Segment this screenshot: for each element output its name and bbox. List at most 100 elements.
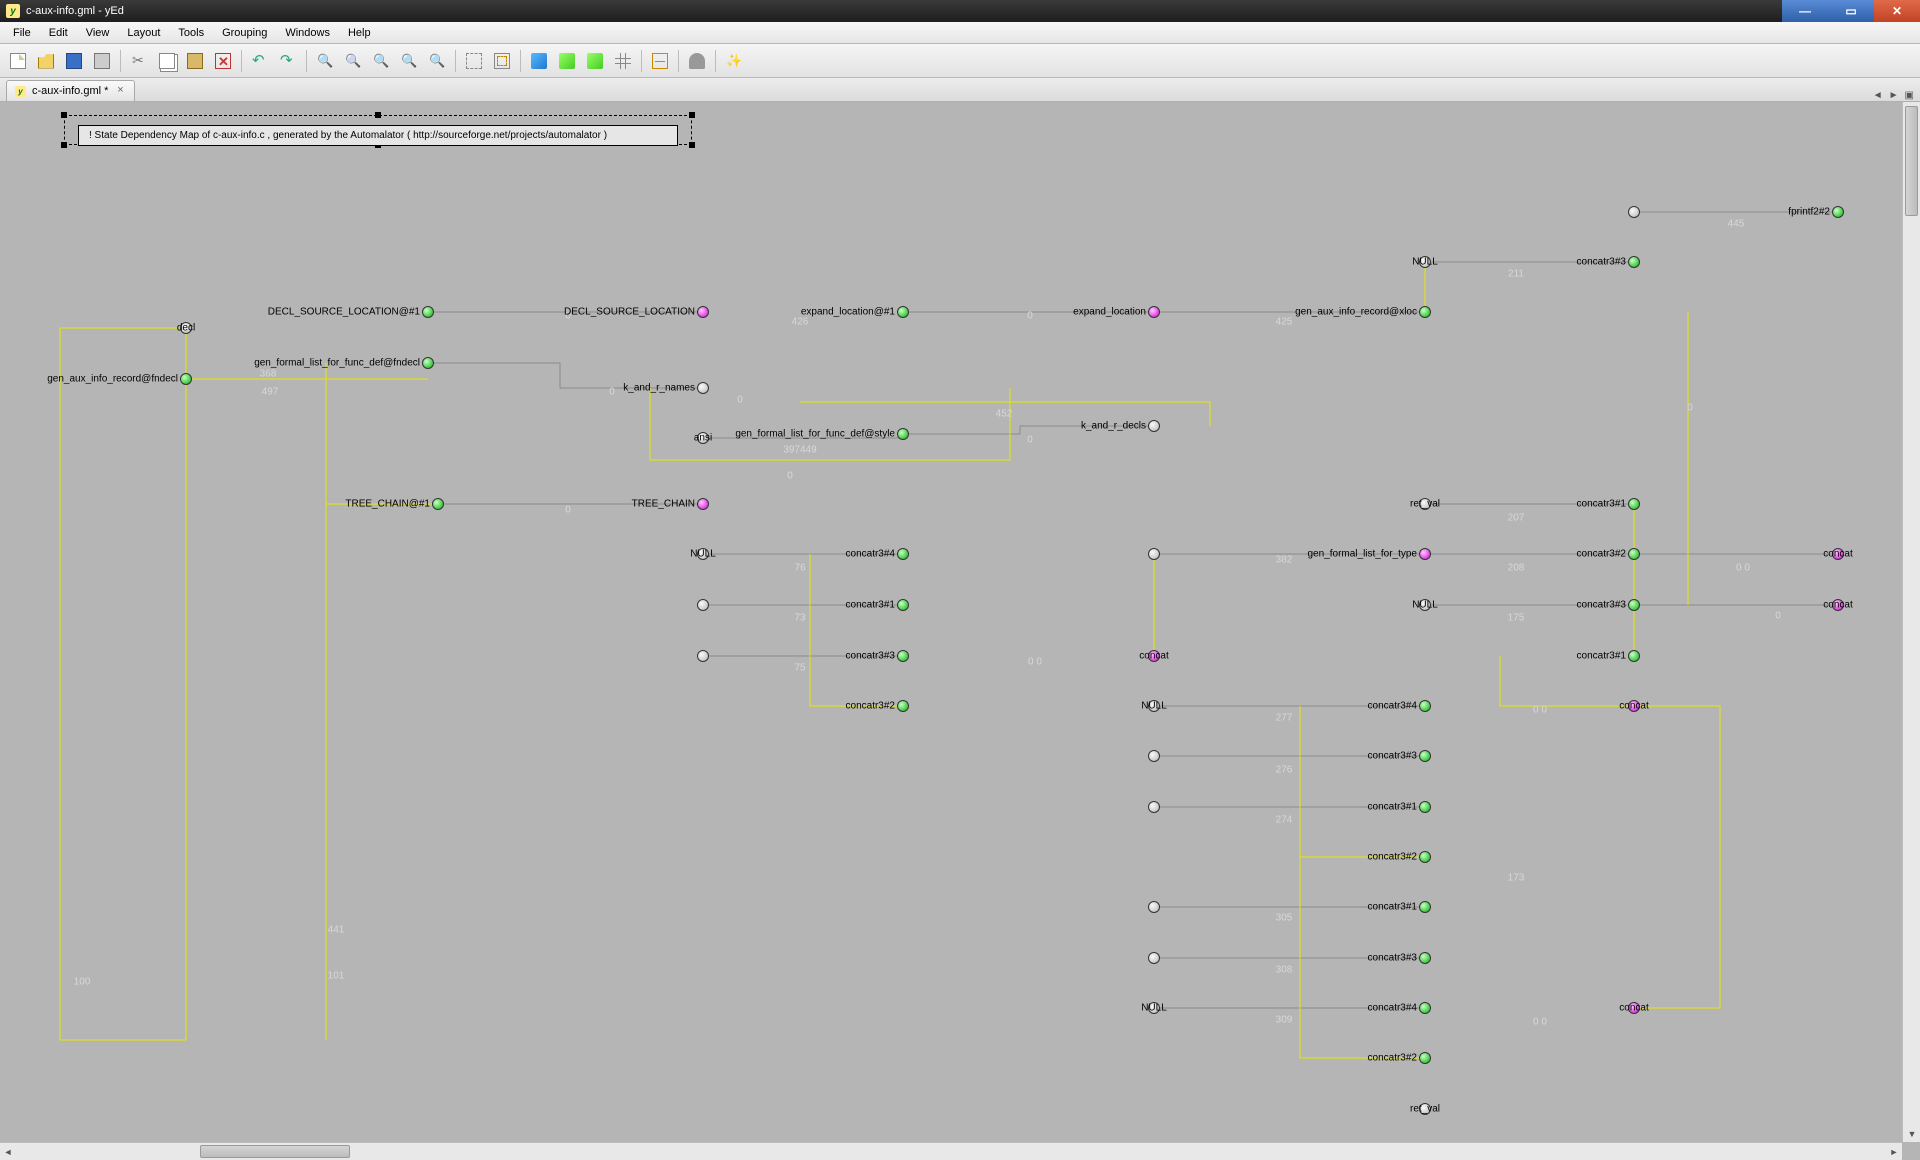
- selection-handle[interactable]: [61, 112, 67, 118]
- graph-node[interactable]: [1419, 548, 1431, 560]
- graph-node[interactable]: [1832, 206, 1844, 218]
- layout-3-button[interactable]: [583, 49, 607, 73]
- graph-node[interactable]: [897, 650, 909, 662]
- node-label: gen_aux_info_record@xloc: [1295, 307, 1417, 318]
- zoom-fit-button[interactable]: [397, 49, 421, 73]
- graph-node[interactable]: [1628, 650, 1640, 662]
- zoom-sel-button[interactable]: [462, 49, 486, 73]
- scroll-left-icon[interactable]: ◄: [0, 1144, 16, 1160]
- graph-canvas[interactable]: ! State Dependency Map of c-aux-info.c ,…: [0, 102, 1920, 1142]
- graph-node[interactable]: [432, 498, 444, 510]
- ortho-button[interactable]: [648, 49, 672, 73]
- new-doc-button[interactable]: [6, 49, 30, 73]
- window-maximize[interactable]: ▭: [1828, 0, 1874, 22]
- print-button[interactable]: [90, 49, 114, 73]
- graph-node[interactable]: [1148, 801, 1160, 813]
- db-button[interactable]: [685, 49, 709, 73]
- redo-button[interactable]: [276, 49, 300, 73]
- zoom-area-button[interactable]: [425, 49, 449, 73]
- selection-handle[interactable]: [689, 112, 695, 118]
- graph-node[interactable]: [897, 700, 909, 712]
- tab-close[interactable]: ×: [114, 85, 126, 97]
- graph-node[interactable]: [1419, 851, 1431, 863]
- delete-button[interactable]: [211, 49, 235, 73]
- vscroll-thumb[interactable]: [1905, 106, 1918, 216]
- tab-next[interactable]: ►: [1889, 90, 1899, 101]
- layout-1-button[interactable]: [527, 49, 551, 73]
- node-label: concat: [1823, 600, 1852, 611]
- zoom-out-button[interactable]: [341, 49, 365, 73]
- graph-node[interactable]: [1628, 599, 1640, 611]
- node-label: gen_formal_list_for_func_def@style: [735, 429, 895, 440]
- delete-icon: [215, 53, 231, 69]
- selection-handle[interactable]: [375, 112, 381, 118]
- menu-tools[interactable]: Tools: [169, 24, 213, 42]
- graph-node[interactable]: [897, 599, 909, 611]
- grid-button[interactable]: [611, 49, 635, 73]
- graph-node[interactable]: [1628, 498, 1640, 510]
- graph-node[interactable]: [1419, 750, 1431, 762]
- graph-node[interactable]: [1148, 952, 1160, 964]
- graph-node[interactable]: [1628, 206, 1640, 218]
- layout-2-button[interactable]: [555, 49, 579, 73]
- menu-layout[interactable]: Layout: [118, 24, 169, 42]
- menu-file[interactable]: File: [4, 24, 40, 42]
- hscroll-thumb[interactable]: [200, 1145, 350, 1158]
- menu-windows[interactable]: Windows: [276, 24, 339, 42]
- graph-node[interactable]: [897, 428, 909, 440]
- edge-label: 308: [1276, 965, 1293, 976]
- tab-prev[interactable]: ◄: [1873, 90, 1883, 101]
- graph-node[interactable]: [1628, 256, 1640, 268]
- scroll-down-icon[interactable]: ▼: [1904, 1126, 1920, 1142]
- graph-node[interactable]: [697, 382, 709, 394]
- graph-node[interactable]: [1419, 952, 1431, 964]
- menu-grouping[interactable]: Grouping: [213, 24, 276, 42]
- horizontal-scrollbar[interactable]: ◄ ►: [0, 1142, 1902, 1160]
- graph-node[interactable]: [1148, 548, 1160, 560]
- paste-button[interactable]: [183, 49, 207, 73]
- save-button[interactable]: [62, 49, 86, 73]
- graph-node[interactable]: [1148, 901, 1160, 913]
- window-minimize[interactable]: —: [1782, 0, 1828, 22]
- edge-label: 426: [792, 317, 809, 328]
- scroll-right-icon[interactable]: ►: [1886, 1144, 1902, 1160]
- menu-help[interactable]: Help: [339, 24, 380, 42]
- undo-button[interactable]: [248, 49, 272, 73]
- cut-button[interactable]: [127, 49, 151, 73]
- toolbar-separator: [678, 50, 679, 72]
- graph-node[interactable]: [1628, 548, 1640, 560]
- graph-node[interactable]: [422, 306, 434, 318]
- graph-node[interactable]: [1419, 306, 1431, 318]
- banner-node[interactable]: ! State Dependency Map of c-aux-info.c ,…: [78, 125, 678, 146]
- graph-node[interactable]: [1148, 306, 1160, 318]
- menu-edit[interactable]: Edit: [40, 24, 77, 42]
- graph-node[interactable]: [1419, 1052, 1431, 1064]
- selection-handle[interactable]: [61, 142, 67, 148]
- wizard-button[interactable]: [722, 49, 746, 73]
- zoom-1-button[interactable]: [369, 49, 393, 73]
- graph-node[interactable]: [1419, 901, 1431, 913]
- tab-list[interactable]: ▣: [1905, 90, 1914, 101]
- graph-node[interactable]: [1419, 700, 1431, 712]
- window-close[interactable]: ✕: [1874, 0, 1920, 22]
- graph-node[interactable]: [180, 373, 192, 385]
- graph-node[interactable]: [697, 650, 709, 662]
- zoom-in-button[interactable]: [313, 49, 337, 73]
- graph-node[interactable]: [1148, 420, 1160, 432]
- graph-node[interactable]: [697, 306, 709, 318]
- copy-button[interactable]: [155, 49, 179, 73]
- graph-node[interactable]: [1419, 1002, 1431, 1014]
- graph-node[interactable]: [1148, 750, 1160, 762]
- graph-node[interactable]: [897, 548, 909, 560]
- graph-node[interactable]: [697, 599, 709, 611]
- fit-content-button[interactable]: [490, 49, 514, 73]
- graph-node[interactable]: [897, 306, 909, 318]
- menu-view[interactable]: View: [77, 24, 119, 42]
- open-button[interactable]: [34, 49, 58, 73]
- selection-handle[interactable]: [689, 142, 695, 148]
- document-tab[interactable]: y c-aux-info.gml * ×: [6, 80, 135, 101]
- graph-node[interactable]: [1419, 801, 1431, 813]
- graph-node[interactable]: [697, 498, 709, 510]
- vertical-scrollbar[interactable]: ▲ ▼: [1902, 102, 1920, 1142]
- graph-node[interactable]: [422, 357, 434, 369]
